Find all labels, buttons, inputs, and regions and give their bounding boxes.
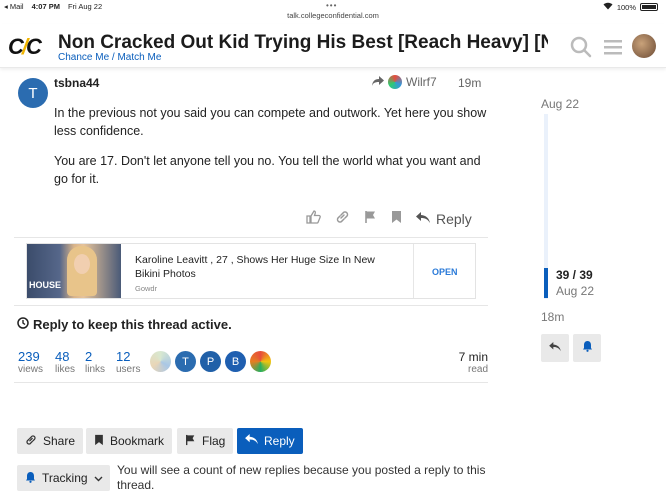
participant-avatar[interactable]: B (225, 351, 246, 372)
bell-icon (25, 471, 36, 486)
participant-avatar[interactable] (250, 351, 271, 372)
breadcrumb[interactable]: Chance Me / Match Me (58, 52, 161, 63)
participant-avatar[interactable] (150, 351, 171, 372)
flag-icon[interactable] (364, 210, 377, 227)
post-reply-button[interactable]: Reply (416, 211, 472, 227)
timeline-start-date[interactable]: Aug 22 (541, 97, 579, 111)
post-body: In the previous not you said you can com… (54, 104, 494, 200)
topic-title[interactable]: Non Cracked Out Kid Trying His Best [Rea… (58, 32, 548, 54)
bookmark-button[interactable]: Bookmark (86, 428, 173, 454)
timeline-notification-button[interactable] (573, 334, 601, 362)
timeline-current-date: Aug 22 (556, 284, 595, 298)
post-author-avatar[interactable]: T (18, 78, 48, 108)
post-author-username[interactable]: tsbna44 (54, 76, 99, 90)
flag-icon (185, 434, 196, 449)
site-header: C/C Non Cracked Out Kid Trying His Best … (0, 24, 666, 68)
site-logo[interactable]: C/C (8, 34, 44, 59)
post-actions: Reply (306, 210, 472, 227)
stat-links[interactable]: 2 links (85, 349, 105, 375)
timeline-last-activity[interactable]: 18m (541, 310, 564, 324)
stat-views: 239 views (18, 349, 44, 375)
share-button[interactable]: Share (17, 428, 84, 454)
link-icon[interactable] (335, 210, 350, 227)
ad-image-text: HOUSE (29, 280, 62, 290)
user-avatar[interactable] (632, 34, 656, 58)
divider (14, 305, 488, 306)
divider (14, 382, 488, 383)
post-paragraph: You are 17. Don't let anyone tell you no… (54, 154, 481, 186)
stat-likes[interactable]: 48 likes (55, 349, 75, 375)
sponsored-ad[interactable]: HOUSE Karoline Leavitt , 27 , Shows Her … (26, 243, 476, 299)
link-icon (25, 434, 37, 449)
ad-title[interactable]: Karoline Leavitt , 27 , Shows Her Huge S… (135, 253, 395, 281)
ad-open-button[interactable]: OPEN (432, 267, 458, 277)
tracking-description: You will see a count of new replies beca… (117, 463, 486, 492)
participant-avatars: T P B (150, 351, 271, 372)
bookmark-icon (94, 434, 104, 449)
share-arrow-icon (372, 75, 384, 89)
reply-arrow-icon (549, 339, 561, 357)
reply-to-username: Wilrf7 (406, 75, 437, 89)
like-icon[interactable] (306, 210, 321, 227)
tracking-dropdown[interactable]: Tracking (17, 465, 110, 491)
multitask-dots[interactable]: ••• (326, 1, 337, 10)
participant-avatar[interactable]: P (200, 351, 221, 372)
ad-source: Gowdr (135, 284, 158, 293)
battery-icon (640, 3, 658, 11)
post-paragraph: In the previous not you said you can com… (54, 106, 487, 138)
divider (14, 237, 488, 238)
bell-icon (582, 339, 593, 357)
clock: 4:07 PM (31, 2, 60, 11)
keep-active-text: Reply to keep this thread active. (33, 317, 232, 332)
back-to-app[interactable]: ◂ Mail (4, 2, 24, 11)
clock-icon (17, 317, 29, 332)
bookmark-icon[interactable] (391, 210, 402, 227)
ad-separator (413, 244, 414, 298)
search-icon[interactable] (570, 36, 592, 58)
reply-button[interactable]: Reply (237, 428, 303, 454)
post-timestamp[interactable]: 19m (458, 76, 481, 90)
chevron-down-icon (94, 471, 103, 485)
status-date: Fri Aug 22 (67, 2, 103, 11)
reply-to-avatar (388, 75, 402, 89)
reply-arrow-icon (416, 211, 430, 227)
timeline-post-count: 39 / 39 (556, 268, 593, 282)
reply-arrow-icon (245, 434, 258, 448)
participant-avatar[interactable]: T (175, 351, 196, 372)
timeline-handle[interactable] (544, 268, 548, 298)
reply-label: Reply (436, 210, 472, 227)
hamburger-menu-icon[interactable] (602, 36, 624, 58)
stat-users[interactable]: 12 users (116, 349, 140, 375)
ad-image[interactable]: HOUSE (27, 244, 121, 298)
url-bar[interactable]: talk.collegeconfidential.com (0, 11, 666, 20)
reply-to-tab[interactable]: Wilrf7 (372, 75, 437, 89)
timeline-reply-button[interactable] (541, 334, 569, 362)
keep-active-notice: Reply to keep this thread active. (17, 317, 232, 332)
read-time: 7 min read (458, 350, 488, 375)
flag-button[interactable]: Flag (177, 428, 234, 454)
